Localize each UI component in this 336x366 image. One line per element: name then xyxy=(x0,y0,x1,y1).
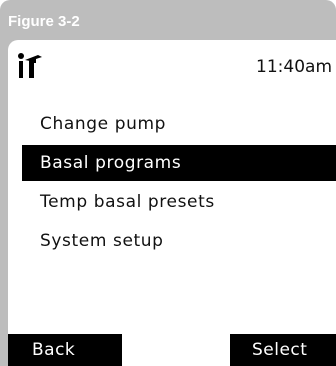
back-button[interactable]: Back xyxy=(8,334,122,366)
menu-item-system-setup[interactable]: System setup xyxy=(22,223,336,259)
pump-logo-icon xyxy=(18,53,42,78)
menu-item-change-pump[interactable]: Change pump xyxy=(22,106,336,142)
clock-time: 11:40am xyxy=(256,57,332,77)
figure-label: Figure 3-2 xyxy=(8,13,80,30)
menu-item-basal-programs[interactable]: Basal programs xyxy=(22,145,336,181)
device-screen: 11:40am Change pump Basal programs Temp … xyxy=(8,40,336,366)
main-menu: Change pump Basal programs Temp basal pr… xyxy=(22,106,336,262)
status-bar: 11:40am xyxy=(8,40,336,86)
figure-frame: Figure 3-2 11:40am Change pump Basal pro… xyxy=(0,0,336,366)
menu-item-temp-basal-presets[interactable]: Temp basal presets xyxy=(22,184,336,220)
select-button[interactable]: Select xyxy=(230,334,336,366)
